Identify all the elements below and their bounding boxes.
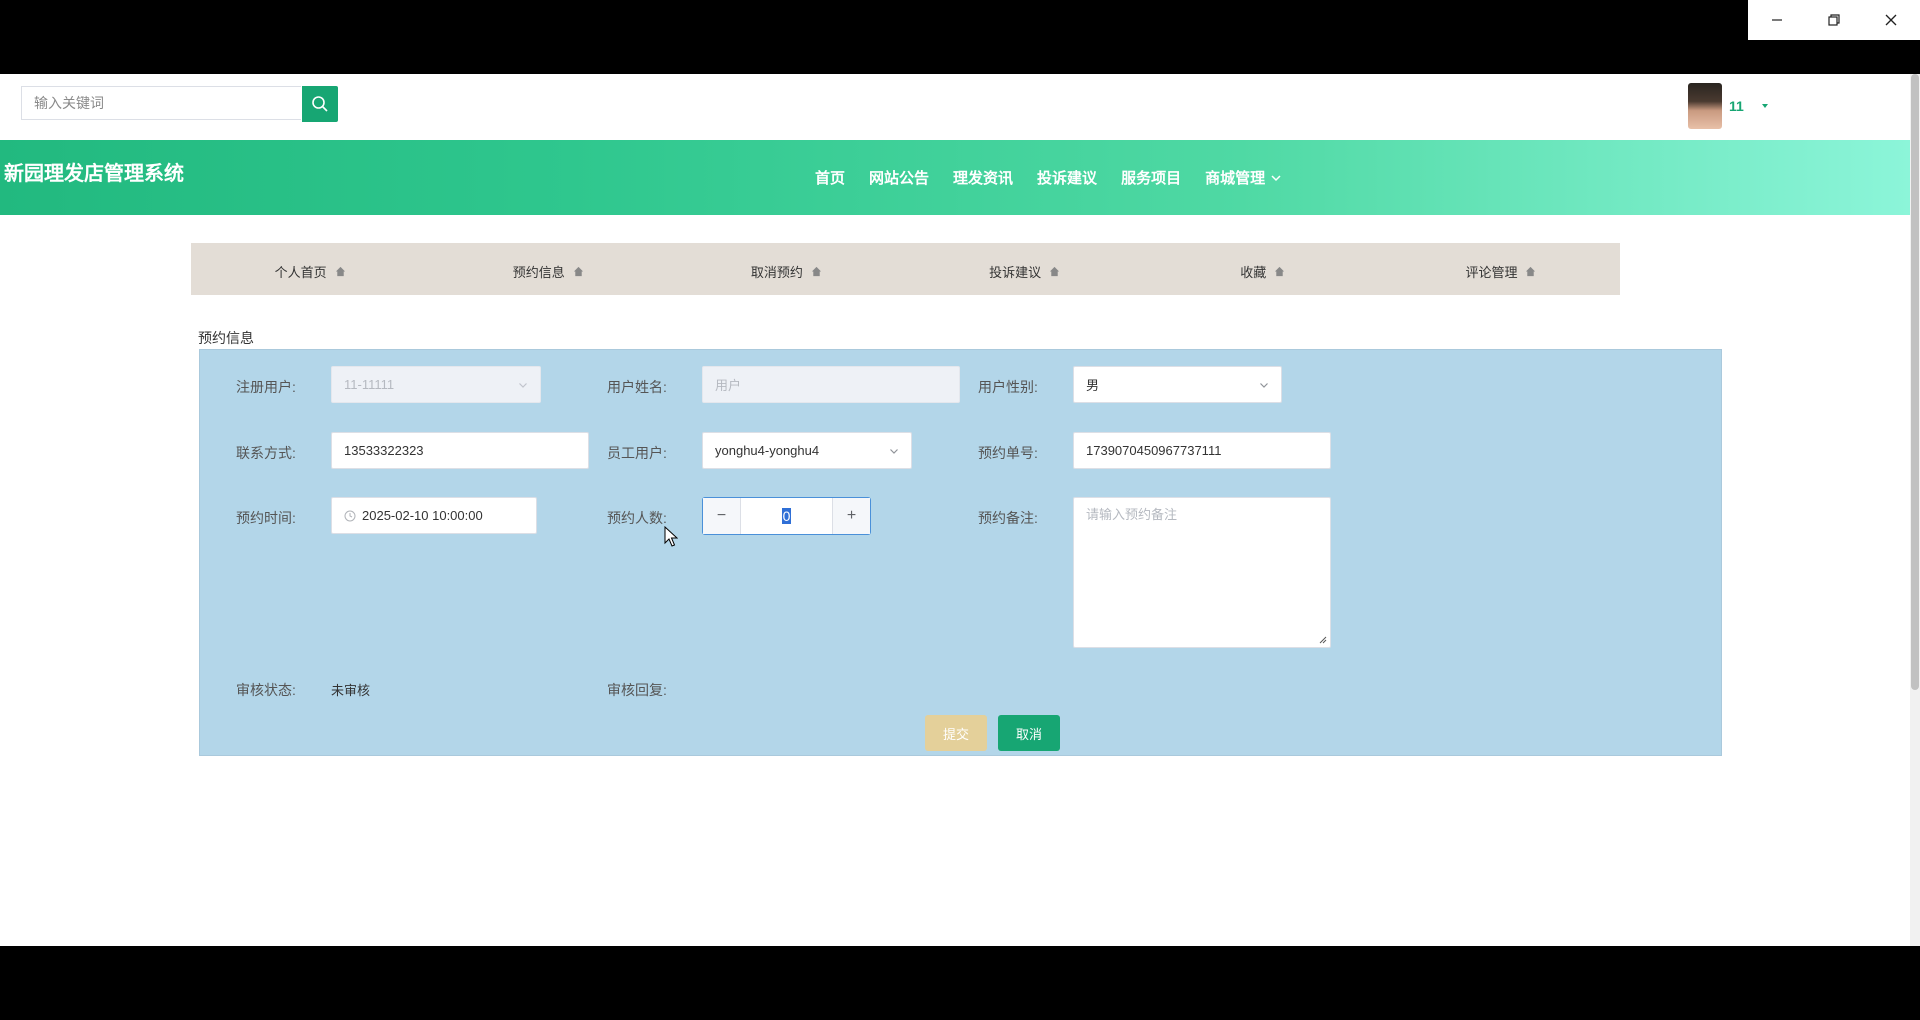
order-no-value: 1739070450967737111: [1086, 443, 1222, 458]
resize-handle-icon[interactable]: [1319, 636, 1327, 644]
review-status-value: 未审核: [331, 683, 371, 698]
home-icon: [573, 266, 583, 276]
mouse-cursor-icon: [664, 526, 678, 547]
user-name-input[interactable]: 用户: [702, 366, 960, 403]
user-name-value: 用户: [715, 378, 742, 393]
home-icon: [1050, 266, 1060, 276]
gender-select[interactable]: 男: [1073, 366, 1282, 403]
submenu-item-label: 个人首页: [274, 264, 327, 280]
order-no-input[interactable]: 1739070450967737111: [1073, 432, 1331, 469]
submenu-item-complaints[interactable]: 投诉建议: [906, 243, 1144, 295]
submenu-item-comments[interactable]: 评论管理: [1382, 243, 1620, 295]
submenu-item-cancel-reservation[interactable]: 取消预约: [667, 243, 905, 295]
review-status-label: 审核状态:: [236, 682, 296, 698]
nav-menu: 首页 网站公告 理发资讯 投诉建议 服务项目 商城管理: [815, 167, 1306, 188]
people-value: 0: [781, 508, 792, 524]
remark-label: 预约备注:: [978, 510, 1038, 526]
registered-user-value: 11-11111: [344, 377, 395, 392]
decrease-button[interactable]: −: [703, 498, 741, 534]
user-name-label: 用户姓名:: [607, 379, 667, 395]
people-value-field[interactable]: 0: [741, 498, 832, 534]
restore-icon: [1828, 14, 1840, 26]
home-icon: [811, 266, 822, 276]
time-picker[interactable]: 2025-02-10 10:00:00: [331, 497, 537, 534]
chevron-down-icon: [1271, 174, 1281, 181]
search-button[interactable]: [302, 86, 338, 122]
chevron-down-icon: [519, 382, 527, 388]
staff-select[interactable]: yonghu4-yonghu4: [702, 432, 912, 469]
nav-item-complaints[interactable]: 投诉建议: [1037, 167, 1097, 188]
submenu-item-label: 投诉建议: [989, 264, 1042, 280]
time-value: 2025-02-10 10:00:00: [362, 508, 483, 523]
home-icon: [1526, 266, 1536, 276]
restore-button[interactable]: [1805, 0, 1862, 40]
user-center-menu: 个人首页 预约信息 取消预约 投诉建议 收藏 评论管理: [191, 243, 1620, 295]
submenu-item-favorites[interactable]: 收藏: [1144, 243, 1382, 295]
user-name[interactable]: 11: [1729, 98, 1744, 114]
window-controls: [1748, 0, 1920, 40]
reservation-form: 注册用户: 11-11111 用户姓名: 用户 用户性别: 男 联系方式: 13…: [199, 349, 1722, 756]
submenu-item-label: 预约信息: [512, 264, 565, 280]
registered-user-select[interactable]: 11-11111: [331, 366, 541, 403]
close-icon: [1885, 14, 1897, 26]
clock-icon: [344, 510, 356, 521]
minimize-button[interactable]: [1748, 0, 1805, 40]
close-button[interactable]: [1863, 0, 1920, 40]
submit-button[interactable]: 提交: [925, 715, 987, 751]
nav-item-mall[interactable]: 商城管理: [1205, 167, 1282, 188]
people-label: 预约人数:: [607, 510, 667, 526]
staff-label: 员工用户:: [607, 445, 667, 461]
nav-item-news[interactable]: 理发资讯: [953, 167, 1013, 188]
submenu-item-label: 评论管理: [1465, 264, 1518, 280]
user-caret-icon[interactable]: [1762, 104, 1768, 108]
scrollbar-thumb[interactable]: [1911, 74, 1919, 690]
contact-label: 联系方式:: [236, 445, 296, 461]
submenu-item-profile[interactable]: 个人首页: [191, 243, 429, 295]
registered-user-label: 注册用户:: [236, 379, 296, 395]
gender-label: 用户性别:: [978, 379, 1038, 395]
scrollbar[interactable]: [1910, 74, 1920, 946]
nav-item-label: 网站公告: [869, 170, 930, 187]
staff-value: yonghu4-yonghu4: [715, 443, 820, 458]
submenu-item-label: 取消预约: [750, 264, 803, 280]
remark-placeholder: 请输入预约备注: [1086, 507, 1178, 522]
avatar[interactable]: [1688, 83, 1722, 129]
chevron-down-icon: [1260, 382, 1268, 388]
page-viewport: 11 新园理发店管理系统 首页 网站公告 理发资讯 投诉建议 服务项目 商城管理…: [0, 74, 1920, 946]
submenu-item-reservations[interactable]: 预约信息: [429, 243, 667, 295]
nav-item-label: 理发资讯: [953, 170, 1014, 187]
top-bar: 11: [0, 74, 1910, 140]
minimize-icon: [1771, 19, 1782, 21]
section-title: 预约信息: [198, 330, 254, 346]
contact-value: 13533322323: [344, 443, 424, 458]
search-icon: [312, 96, 328, 112]
review-reply-label: 审核回复:: [607, 682, 667, 698]
submenu-item-label: 收藏: [1240, 264, 1267, 280]
nav-item-label: 首页: [815, 170, 846, 187]
search-input[interactable]: [21, 86, 301, 120]
nav-item-announcements[interactable]: 网站公告: [869, 167, 929, 188]
remark-textarea[interactable]: 请输入预约备注: [1073, 497, 1331, 648]
nav-item-label: 商城管理: [1205, 170, 1266, 187]
gender-value: 男: [1086, 378, 1100, 393]
cancel-button[interactable]: 取消: [998, 715, 1060, 751]
nav-item-label: 服务项目: [1121, 170, 1182, 187]
order-no-label: 预约单号:: [978, 445, 1038, 461]
nav-item-services[interactable]: 服务项目: [1121, 167, 1181, 188]
home-icon: [335, 266, 345, 276]
home-icon: [1275, 266, 1285, 276]
chevron-down-icon: [890, 448, 898, 454]
time-label: 预约时间:: [236, 510, 296, 526]
nav-item-label: 投诉建议: [1037, 170, 1098, 187]
increase-button[interactable]: +: [832, 498, 870, 534]
main-nav: 新园理发店管理系统 首页 网站公告 理发资讯 投诉建议 服务项目 商城管理: [0, 140, 1910, 215]
contact-input[interactable]: 13533322323: [331, 432, 589, 469]
people-stepper[interactable]: − 0 +: [702, 497, 871, 535]
nav-item-home[interactable]: 首页: [815, 167, 845, 188]
site-title: 新园理发店管理系统: [4, 163, 184, 185]
